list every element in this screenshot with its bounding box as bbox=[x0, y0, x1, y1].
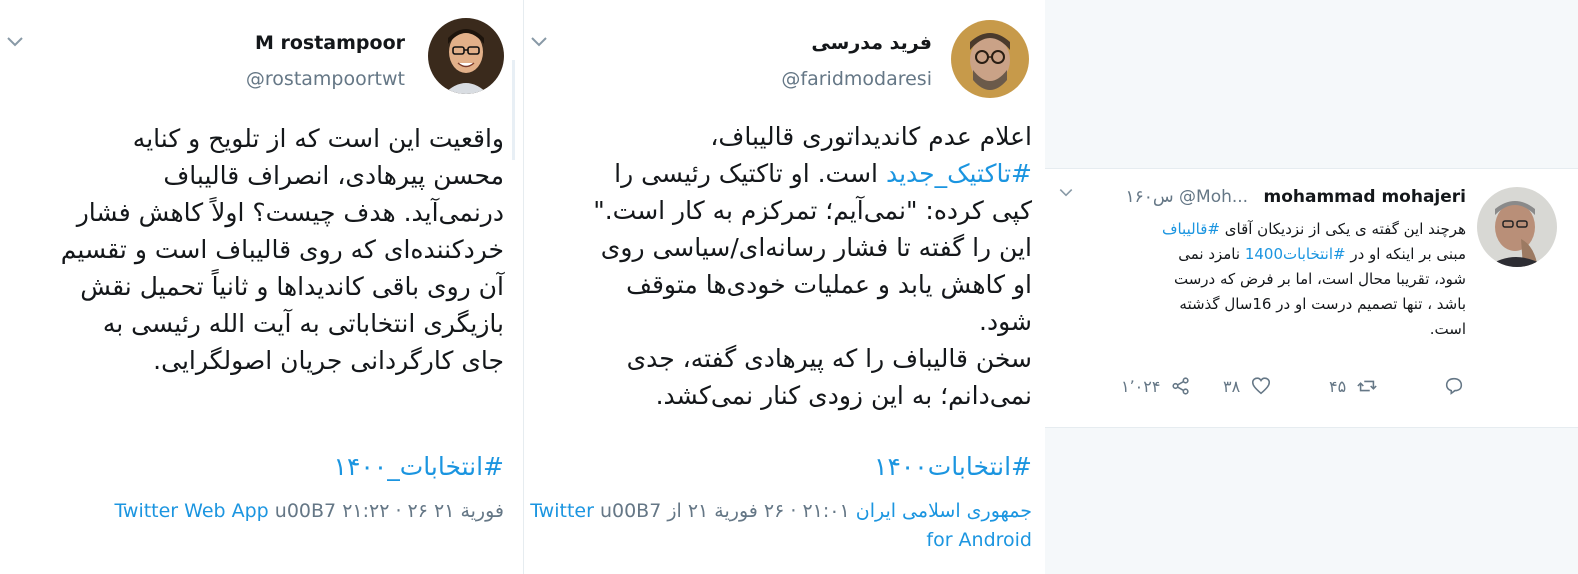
reply-icon bbox=[1445, 377, 1463, 395]
chevron-down-icon[interactable] bbox=[528, 30, 550, 52]
hashtag-link[interactable]: #تاکتیک_جدید bbox=[886, 159, 1032, 188]
tweet-line: درنمی‌آید. هدف چیست؟ اولاً کاهش فشار bbox=[76, 198, 504, 227]
tweet-card[interactable]: ۱۶۰س @Moh... mohammad mohajeri هرچند این… bbox=[1045, 168, 1578, 428]
tweet-line: او کاهش یابد و عملیات خودی‌ها متوقف bbox=[626, 270, 1032, 299]
tweet-header: ۱۶۰س @Moh... mohammad mohajeri bbox=[1125, 187, 1466, 207]
avatar[interactable] bbox=[428, 18, 504, 94]
tweet-line: #تاکتیک_جدید است. او تاکتیک رئیسی را bbox=[593, 155, 1032, 192]
share-count: ۱٬۰۲۴ bbox=[1121, 376, 1161, 396]
tweet-line: اعلام عدم کاندیداتوری قالیباف، bbox=[710, 122, 1032, 151]
tweet-line: بازیگری انتخاباتی به آیت الله رئیسی به bbox=[102, 309, 504, 338]
tweet-line: سخن قالیباف را که پیرهادی گفته، جدی bbox=[626, 344, 1032, 373]
avatar[interactable] bbox=[1477, 187, 1557, 267]
tweet-line: شود، تقریبا محال است، اما بر فرض که درست bbox=[1174, 270, 1466, 288]
hashtag-link[interactable]: #قالیباف bbox=[1162, 220, 1220, 238]
hashtag-link[interactable]: #انتخابات1400 bbox=[1245, 245, 1346, 263]
tweet-meta: Twitter u00B7 جمهوری اسلامی ایران ۲۱:۰۱ … bbox=[530, 500, 1032, 522]
tweet-line: این را گفته تا فشار رسانه‌ای/سیاسی روی bbox=[600, 233, 1032, 262]
retweet-icon bbox=[1357, 380, 1377, 392]
timestamp[interactable]: ۲۱:۲۲ · ۲۶ فورية ۲۱ bbox=[342, 500, 504, 522]
tweet-line: هرچند این گفته ی یکی از نزدیکان آقای #قا… bbox=[1162, 217, 1466, 242]
display-name[interactable]: فرید مدرسی bbox=[811, 32, 932, 54]
like-count: ۳۸ bbox=[1223, 376, 1241, 396]
share-button[interactable]: ۱٬۰۲۴ bbox=[1121, 375, 1192, 397]
share-icon bbox=[1172, 377, 1190, 395]
tweet-line-text: مبنی بر اینکه او در bbox=[1345, 245, 1466, 263]
tweet-line-text: نامزد نمی bbox=[1178, 245, 1245, 263]
tweet-line: خردکننده‌ای که روی قالیباف است و تقسیم bbox=[60, 235, 504, 264]
separator: u00B7 bbox=[599, 500, 662, 522]
tweet-line-text: هرچند این گفته ی یکی از نزدیکان آقای bbox=[1220, 220, 1466, 238]
tweet-text: هرچند این گفته ی یکی از نزدیکان آقای #قا… bbox=[1162, 217, 1466, 342]
tweet-line: شود. bbox=[979, 307, 1032, 336]
like-button[interactable]: ۳۸ bbox=[1223, 375, 1272, 397]
chevron-down-icon[interactable] bbox=[4, 30, 26, 52]
user-handle[interactable]: @rostampoortwt bbox=[246, 68, 405, 90]
tweet-meta: Twitter Web App u00B7 ۲۱:۲۲ · ۲۶ فورية ۲… bbox=[114, 500, 504, 522]
tweet-line: کپی کرده: "نمی‌آیم؛ تمرکزم به کار است." bbox=[593, 196, 1032, 225]
tweet-text: اعلام عدم کاندیداتوری قالیباف، #تاکتیک_ج… bbox=[593, 118, 1032, 414]
hashtag-link[interactable]: #انتخابات_۱۴۰۰ bbox=[334, 452, 504, 481]
tweet-line: مبنی بر اینکه او در #انتخابات1400 نامزد … bbox=[1162, 242, 1466, 267]
tweet-panel-faridmodaresi: فرید مدرسی @faridmodaresi اعلام عدم کاند… bbox=[523, 0, 1044, 574]
tweet-line-rest: است. او تاکتیک رئیسی را bbox=[614, 159, 886, 188]
source-link[interactable]: Twitter bbox=[530, 500, 594, 522]
retweet-button[interactable]: ۴۵ bbox=[1329, 375, 1378, 397]
reply-button[interactable] bbox=[1433, 375, 1465, 397]
user-handle[interactable]: @faridmodaresi bbox=[781, 68, 932, 90]
display-name[interactable]: mohammad mohajeri bbox=[1264, 187, 1467, 207]
timestamp[interactable]: ۱۶۰س bbox=[1125, 187, 1173, 207]
retweet-count: ۴۵ bbox=[1329, 376, 1347, 396]
tweet-line: باشد ، تنها تصمیم درست او در 16سال گذشته bbox=[1179, 295, 1466, 313]
tweet-line: است. bbox=[1429, 320, 1466, 338]
tweet-text: واقعیت این است که از تلویح و کنایه محسن … bbox=[61, 120, 504, 379]
display-name[interactable]: M rostampoor bbox=[255, 32, 405, 54]
hashtag-link[interactable]: #انتخابات۱۴۰۰ bbox=[874, 452, 1032, 481]
user-handle[interactable]: @Moh... bbox=[1179, 187, 1248, 207]
location-link[interactable]: جمهوری اسلامی ایران bbox=[856, 500, 1032, 522]
scrollbar[interactable] bbox=[512, 60, 515, 160]
tweet-panel-mohajeri: ۱۶۰س @Moh... mohammad mohajeri هرچند این… bbox=[1045, 0, 1578, 574]
tweet-line: محسن پیرهادی، انصراف قالیباف bbox=[163, 161, 504, 190]
timestamp[interactable]: ۲۱:۰۱ · ۲۶ فورية ۲۱ از bbox=[667, 500, 849, 522]
tweet-panel-rostampoor: M rostampoor @rostampoortwt واقعیت این ا… bbox=[0, 0, 516, 574]
avatar[interactable] bbox=[951, 20, 1029, 98]
tweet-line: جای کارگردانی جریان اصولگرایی. bbox=[153, 346, 504, 375]
separator: u00B7 bbox=[274, 500, 337, 522]
tweet-line: آن روی باقی کاندیداها و ثانیاً تحمیل نقش bbox=[80, 272, 504, 301]
chevron-down-icon[interactable] bbox=[1057, 183, 1075, 201]
heart-icon bbox=[1252, 377, 1271, 395]
source-link[interactable]: Twitter Web App bbox=[114, 500, 268, 522]
tweet-line: نمی‌دانم؛ به این زودی کنار نمی‌کشد. bbox=[655, 381, 1032, 410]
tweet-line: واقعیت این است که از تلویح و کنایه bbox=[132, 124, 504, 153]
source-link-continued[interactable]: for Android bbox=[926, 529, 1032, 551]
